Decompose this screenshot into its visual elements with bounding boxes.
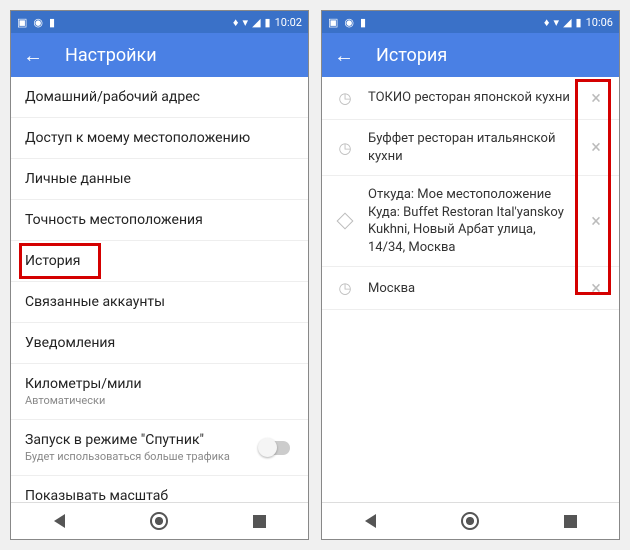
gps-icon: ♦ [233,16,239,29]
settings-row-subtitle: Автоматически [25,394,294,407]
settings-row[interactable]: Уведомления [11,323,308,364]
settings-list[interactable]: Домашний/рабочий адрес Доступ к моему мес… [11,77,308,502]
signal-icon: ◢ [252,16,260,29]
nav-recent-icon[interactable] [253,515,266,528]
close-icon[interactable]: × [585,88,607,109]
history-row[interactable]: ◷ Буффет ресторан итальянской кухни × [322,120,619,176]
location-icon: ◉ [33,16,43,29]
settings-row[interactable]: Доступ к моему местоположению [11,118,308,159]
phone-history: ▣ ◉ ▮ ♦ ▾ ◢ ▮ 10:06 ← История ◷ ТОКИО рес… [321,10,620,540]
settings-row[interactable]: Точность местоположения [11,200,308,241]
sim-icon: ▮ [49,16,55,29]
settings-row-title: Личные данные [25,171,294,187]
android-nav-bar [11,502,308,539]
settings-row-title: Домашний/рабочий адрес [25,89,294,105]
settings-row[interactable]: Домашний/рабочий адрес [11,77,308,118]
back-button[interactable]: ← [334,45,354,65]
app-bar: ← История [322,33,619,77]
history-list[interactable]: ◷ ТОКИО ресторан японской кухни × ◷ Буффет р… [322,77,619,502]
nav-recent-icon[interactable] [564,515,577,528]
history-text: Буффет ресторан итальянской кухни [368,130,571,165]
gps-icon: ♦ [544,16,550,29]
settings-row[interactable]: Связанные аккаунты [11,282,308,323]
settings-row[interactable]: Запуск в режиме "Спутник" Будет использов… [11,420,308,476]
app-bar-title: Настройки [65,45,157,66]
history-row[interactable]: Откуда: Мое местоположениеКуда: Buffet R… [322,176,619,267]
nav-back-icon[interactable] [54,514,65,528]
settings-row-title: Показывать масштаб [25,488,294,502]
settings-row[interactable]: Показывать масштабПри изменении [11,476,308,502]
history-text: Москва [368,280,571,298]
nav-home-icon[interactable] [461,512,479,530]
settings-row-title: Доступ к моему местоположению [25,130,294,146]
clock-icon: ◷ [336,89,354,107]
settings-row[interactable]: Личные данные [11,159,308,200]
settings-row[interactable]: Километры/мили Автоматически [11,364,308,420]
history-text: ТОКИО ресторан японской кухни [368,89,571,107]
history-text: Откуда: Мое местоположениеКуда: Buffet R… [368,186,571,256]
clock-icon: ◷ [336,279,354,297]
history-row[interactable]: ◷ ТОКИО ресторан японской кухни × [322,77,619,120]
nav-back-icon[interactable] [365,514,376,528]
settings-row-title: Запуск в режиме "Спутник" [25,432,294,448]
status-bar: ▣ ◉ ▮ ♦ ▾ ◢ ▮ 10:06 [322,11,619,33]
settings-row-title: История [25,253,294,269]
status-bar: ▣ ◉ ▮ ♦ ▾ ◢ ▮ 10:02 [11,11,308,33]
toggle-switch[interactable] [260,441,290,455]
status-time: 10:06 [586,16,613,29]
settings-row[interactable]: История [11,241,308,282]
back-button[interactable]: ← [23,45,43,65]
settings-row-subtitle: Будет использоваться больше трафика [25,450,294,463]
settings-row-title: Уведомления [25,335,294,351]
status-time: 10:02 [275,16,302,29]
settings-row-title: Точность местоположения [25,212,294,228]
nav-home-icon[interactable] [150,512,168,530]
sim-icon: ▮ [360,16,366,29]
location-icon: ◉ [344,16,354,29]
app-bar-title: История [376,45,447,66]
close-icon[interactable]: × [585,211,607,232]
app-bar: ← Настройки [11,33,308,77]
close-icon[interactable]: × [585,137,607,158]
battery-icon: ▮ [265,16,271,29]
close-icon[interactable]: × [585,278,607,299]
nav-app-icon: ▣ [328,16,338,29]
history-row[interactable]: ◷ Москва × [322,267,619,310]
android-nav-bar [322,502,619,539]
route-icon [336,212,354,230]
clock-icon: ◷ [336,139,354,157]
settings-row-title: Связанные аккаунты [25,294,294,310]
nav-app-icon: ▣ [17,16,27,29]
battery-icon: ▮ [576,16,582,29]
phone-settings: ▣ ◉ ▮ ♦ ▾ ◢ ▮ 10:02 ← Настройки Домашний… [10,10,309,540]
settings-row-title: Километры/мили [25,376,294,392]
signal-icon: ◢ [563,16,571,29]
wifi-icon: ▾ [243,16,249,29]
wifi-icon: ▾ [554,16,560,29]
